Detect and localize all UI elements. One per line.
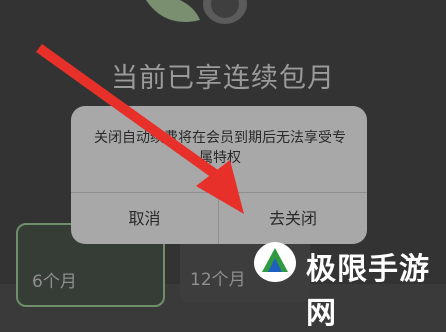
plan-label: 6个月 [32,272,77,292]
confirm-dialog: 关闭自动续费将在会员到期后无法享受专属特权 取消 去关闭 [71,106,367,244]
app-logo-icon [145,0,247,24]
dialog-message: 关闭自动续费将在会员到期后无法享受专属特权 [94,130,346,166]
watermark: 极限手游网 [250,236,446,331]
watermark-logo-icon [254,242,296,282]
subscription-status-title: 当前已享连续包月 [111,63,335,94]
cancel-button[interactable]: 取消 [71,193,218,244]
plan-label: 12个月 [190,270,246,290]
watermark-text: 极限手游网 [306,252,430,331]
